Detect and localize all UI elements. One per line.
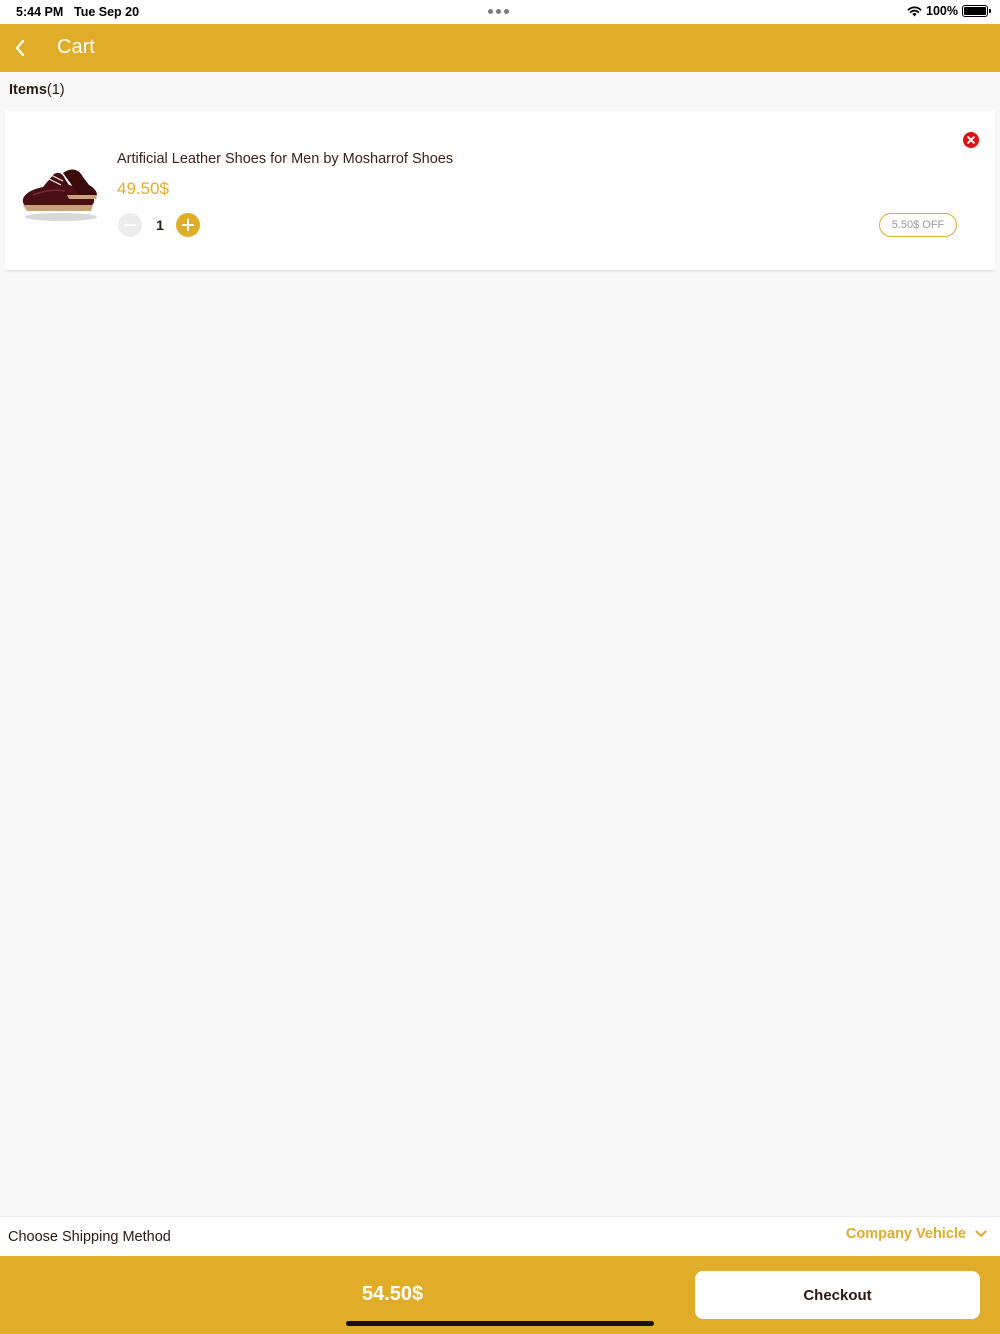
cart-item: Artificial Leather Shoes for Men by Mosh… [5,111,995,271]
discount-badge: 5.50$ OFF [879,213,957,237]
status-time: 5:44 PM [16,5,64,19]
status-date: Tue Sep 20 [74,5,140,19]
remove-item-button[interactable] [963,132,979,148]
product-price: 49.50$ [117,179,169,198]
battery-percentage: 100% [926,4,958,18]
increase-quantity-button[interactable] [176,213,200,237]
close-icon [967,136,975,144]
shipping-method-label: Choose Shipping Method [8,1229,171,1245]
wifi-icon [907,6,922,17]
navigation-bar: Cart [0,24,1000,72]
shipping-method-dropdown[interactable]: Company Vehicle [846,1226,988,1242]
status-bar: 5:44 PM Tue Sep 20 100% [0,0,1000,24]
shipping-method-value: Company Vehicle [845,1226,966,1242]
page-title: Cart [57,36,95,58]
chevron-down-icon [975,1230,987,1237]
items-label: Items [9,82,47,98]
product-name[interactable]: Artificial Leather Shoes for Men by Mosh… [117,151,453,167]
quantity-value: 1 [156,217,164,233]
shoe-image [22,169,97,221]
home-indicator[interactable] [346,1321,654,1326]
decrease-quantity-button[interactable] [118,213,142,237]
cart-total: 54.50$ [362,1283,424,1305]
items-count: (1) [46,82,65,98]
items-header: Items(1) [9,82,65,98]
chevron-left-icon [15,39,25,57]
back-button[interactable] [8,34,36,62]
checkout-button[interactable]: Checkout [695,1271,980,1319]
battery-icon [962,5,991,17]
multitasking-dots-icon[interactable] [488,9,509,14]
shipping-method-bar: Choose Shipping Method Company Vehicle [0,1216,1000,1256]
status-indicators: 100% [907,4,991,18]
